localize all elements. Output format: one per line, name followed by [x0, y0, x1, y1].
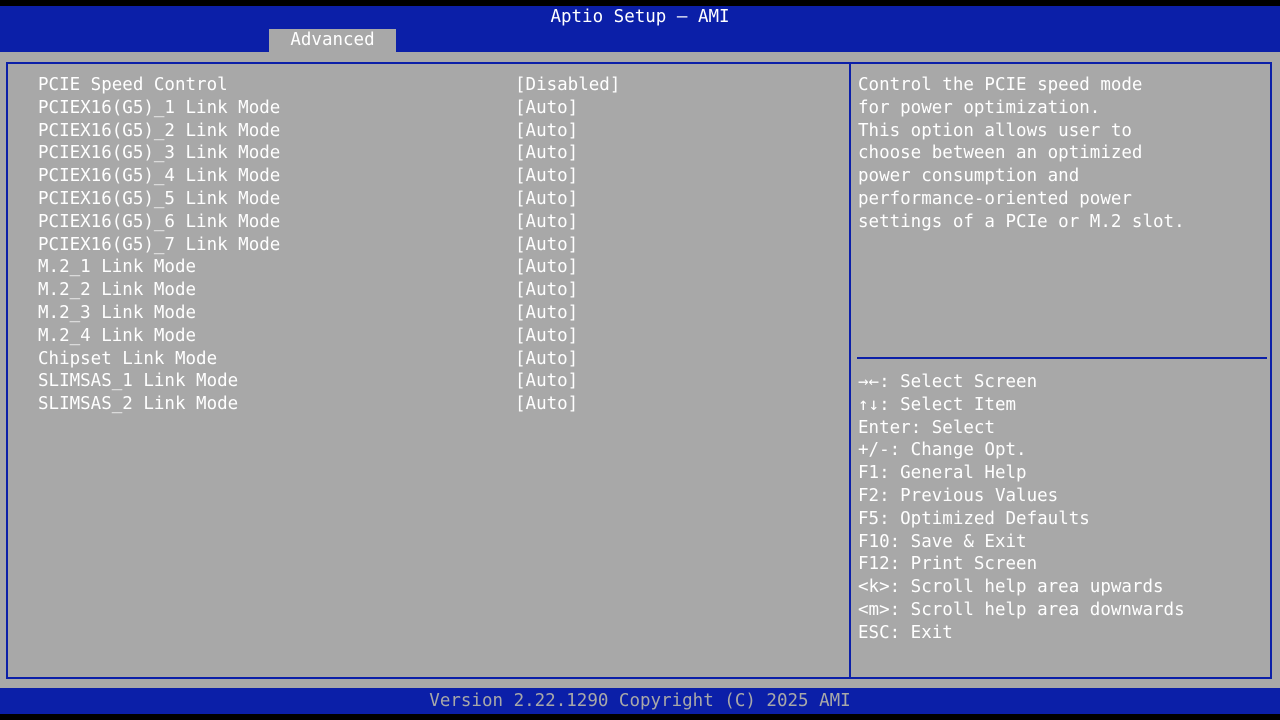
setting-value[interactable]: [Auto] [515, 188, 578, 211]
help-line: Control the PCIE speed mode [858, 75, 1143, 95]
vertical-divider [849, 62, 851, 679]
key-description: : General Help [879, 463, 1027, 484]
setting-value[interactable]: [Auto] [515, 165, 578, 188]
setting-value[interactable]: [Auto] [515, 370, 578, 393]
bios-screen: Aptio Setup – AMI Advanced PCIE Speed Co… [0, 0, 1280, 720]
key-legend-item: F12: Print Screen [858, 553, 1185, 576]
setting-pciex16-1-link-mode[interactable]: PCIEX16(G5)_1 Link Mode [Auto] [38, 97, 838, 120]
setting-label: SLIMSAS_1 Link Mode [38, 371, 239, 392]
setting-pciex16-4-link-mode[interactable]: PCIEX16(G5)_4 Link Mode [Auto] [38, 165, 838, 188]
help-text: Control the PCIE speed mode for power op… [858, 74, 1268, 234]
setting-label: M.2_2 Link Mode [38, 280, 197, 301]
setting-label: PCIEX16(G5)_5 Link Mode [38, 188, 281, 209]
setting-pciex16-5-link-mode[interactable]: PCIEX16(G5)_5 Link Mode [Auto] [38, 188, 838, 211]
setting-value[interactable]: [Auto] [515, 120, 578, 143]
key-legend-item: ↑↓: Select Item [858, 394, 1185, 417]
setting-m2-4-link-mode[interactable]: M.2_4 Link Mode [Auto] [38, 325, 838, 348]
key-description: : Previous Values [879, 485, 1059, 506]
setting-label: PCIEX16(G5)_1 Link Mode [38, 97, 281, 118]
setting-pciex16-2-link-mode[interactable]: PCIEX16(G5)_2 Link Mode [Auto] [38, 120, 838, 143]
setting-value[interactable]: [Auto] [515, 234, 578, 257]
settings-list: PCIE Speed Control [Disabled] PCIEX16(G5… [38, 74, 838, 416]
setting-label: M.2_4 Link Mode [38, 325, 197, 346]
setting-value[interactable]: [Auto] [515, 325, 578, 348]
setting-value[interactable]: [Auto] [515, 97, 578, 120]
key-legend-item: <k>: Scroll help area upwards [858, 576, 1185, 599]
key-legend-item: F2: Previous Values [858, 485, 1185, 508]
setting-label: PCIE Speed Control [38, 75, 228, 95]
key-name: <k> [858, 577, 890, 598]
key-description: : Select Item [879, 394, 1017, 415]
key-name: ↑↓ [858, 394, 880, 415]
setting-value[interactable]: [Auto] [515, 393, 578, 416]
key-name: F1 [858, 463, 880, 484]
setting-slimsas-2-link-mode[interactable]: SLIMSAS_2 Link Mode [Auto] [38, 393, 838, 416]
key-name: ESC [858, 622, 890, 643]
setting-label: Chipset Link Mode [38, 348, 218, 369]
key-legend-item: Enter: Select [858, 417, 1185, 440]
setting-value[interactable]: [Disabled] [515, 74, 620, 97]
setting-value[interactable]: [Auto] [515, 302, 578, 325]
key-description: : Exit [889, 622, 953, 643]
key-name: Enter [858, 417, 911, 438]
help-line: choose between an optimized [858, 143, 1143, 164]
setting-label: PCIEX16(G5)_4 Link Mode [38, 166, 281, 187]
key-legend-item: F5: Optimized Defaults [858, 508, 1185, 531]
key-description: : Change Opt. [889, 440, 1027, 461]
key-name: <m> [858, 599, 890, 620]
setting-m2-2-link-mode[interactable]: M.2_2 Link Mode [Auto] [38, 279, 838, 302]
app-title: Aptio Setup – AMI [550, 7, 730, 27]
key-legend-item: ESC: Exit [858, 622, 1185, 645]
key-legend-item: <m>: Scroll help area downwards [858, 599, 1185, 622]
setting-value[interactable]: [Auto] [515, 142, 578, 165]
help-line: performance-oriented power [858, 188, 1132, 209]
key-description: : Select [910, 417, 995, 438]
setting-m2-3-link-mode[interactable]: M.2_3 Link Mode [Auto] [38, 302, 838, 325]
key-name: F12 [858, 554, 890, 575]
help-line: This option allows user to [858, 120, 1132, 141]
setting-pciex16-3-link-mode[interactable]: PCIEX16(G5)_3 Link Mode [Auto] [38, 142, 838, 165]
help-line: for power optimization. [858, 97, 1101, 118]
setting-pciex16-7-link-mode[interactable]: PCIEX16(G5)_7 Link Mode [Auto] [38, 234, 838, 257]
version-footer: Version 2.22.1290 Copyright (C) 2025 AMI [0, 688, 1280, 714]
key-name: F10 [858, 531, 890, 552]
setting-label: M.2_1 Link Mode [38, 257, 197, 278]
help-divider [857, 357, 1267, 359]
setting-label: PCIEX16(G5)_6 Link Mode [38, 211, 281, 232]
key-legend-item: →←: Select Screen [858, 371, 1185, 394]
tab-advanced[interactable]: Advanced [269, 29, 396, 52]
key-name: +/- [858, 440, 890, 461]
key-description: : Optimized Defaults [879, 508, 1090, 529]
help-line: settings of a PCIe or M.2 slot. [858, 211, 1185, 232]
key-description: : Scroll help area downwards [889, 599, 1185, 620]
key-name: →← [858, 372, 880, 392]
setting-value[interactable]: [Auto] [515, 211, 578, 234]
setting-m2-1-link-mode[interactable]: M.2_1 Link Mode [Auto] [38, 256, 838, 279]
setting-label: M.2_3 Link Mode [38, 302, 197, 323]
help-line: power consumption and [858, 166, 1080, 187]
setting-label: PCIEX16(G5)_7 Link Mode [38, 234, 281, 255]
setting-pciex16-6-link-mode[interactable]: PCIEX16(G5)_6 Link Mode [Auto] [38, 211, 838, 234]
setting-value[interactable]: [Auto] [515, 348, 578, 371]
key-legend-item: +/-: Change Opt. [858, 439, 1185, 462]
key-legend: →←: Select Screen ↑↓: Select Item Enter:… [858, 371, 1185, 645]
setting-slimsas-1-link-mode[interactable]: SLIMSAS_1 Link Mode [Auto] [38, 370, 838, 393]
key-legend-item: F1: General Help [858, 462, 1185, 485]
key-description: : Save & Exit [889, 531, 1027, 552]
setting-label: PCIEX16(G5)_3 Link Mode [38, 143, 281, 164]
key-legend-item: F10: Save & Exit [858, 531, 1185, 554]
key-name: F2 [858, 485, 880, 506]
setting-label: SLIMSAS_2 Link Mode [38, 394, 239, 415]
setting-chipset-link-mode[interactable]: Chipset Link Mode [Auto] [38, 348, 838, 371]
key-description: : Print Screen [889, 554, 1038, 575]
key-description: : Scroll help area upwards [889, 577, 1164, 598]
setting-value[interactable]: [Auto] [515, 279, 578, 302]
setting-value[interactable]: [Auto] [515, 256, 578, 279]
setting-pcie-speed-control[interactable]: PCIE Speed Control [Disabled] [38, 74, 838, 97]
key-description: : Select Screen [879, 372, 1038, 392]
key-name: F5 [858, 508, 880, 529]
setting-label: PCIEX16(G5)_2 Link Mode [38, 120, 281, 141]
